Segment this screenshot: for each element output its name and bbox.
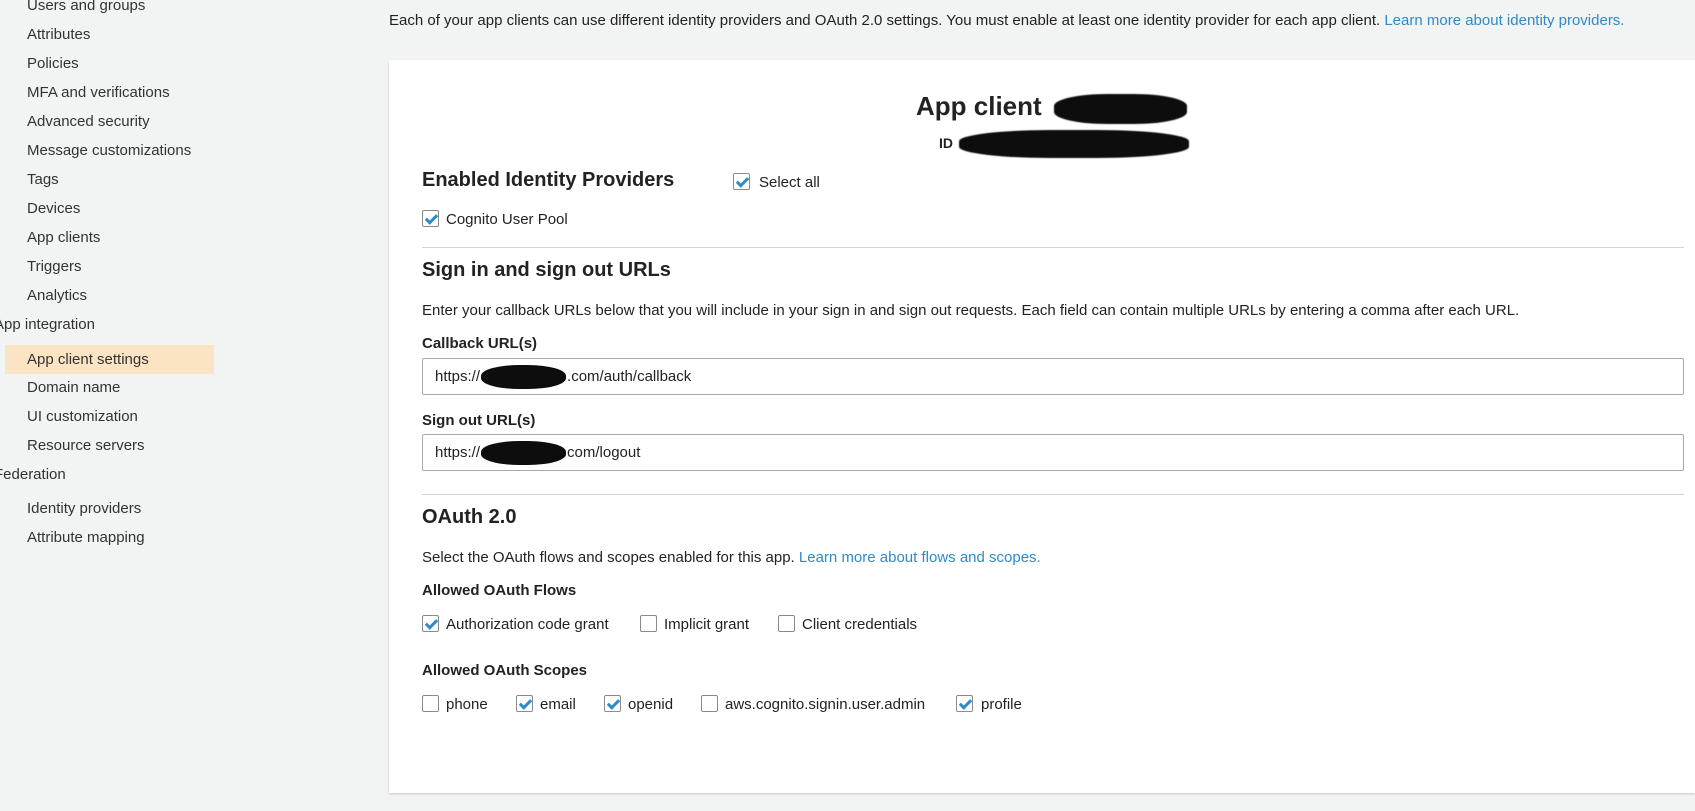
sign-out-urls-label: Sign out URL(s)	[422, 412, 536, 429]
sidebar-item-app-clients[interactable]: App clients	[27, 228, 100, 248]
scope-openid-checkbox[interactable]	[604, 695, 621, 712]
scope-phone-label: phone	[446, 696, 488, 713]
cognito-user-pool-checkbox[interactable]	[422, 210, 439, 227]
sidebar-item-users-and-groups[interactable]: Users and groups	[27, 0, 145, 16]
divider	[422, 494, 1684, 495]
oauth-heading: OAuth 2.0	[422, 506, 517, 528]
divider	[422, 247, 1684, 248]
sidebar-item-mfa[interactable]: MFA and verifications	[27, 83, 170, 103]
sidebar-section-app-integration: App integration	[0, 316, 95, 333]
callback-url-prefix: https://	[435, 368, 481, 385]
callback-url-suffix: .com/auth/callback	[567, 368, 692, 385]
sidebar-item-tags[interactable]: Tags	[27, 170, 59, 190]
signout-url-prefix: https://	[435, 444, 481, 461]
select-all-label: Select all	[759, 174, 820, 191]
scope-email-label: email	[540, 696, 576, 713]
signout-url-suffix: com/logout	[567, 444, 641, 461]
sidebar-item-advanced-security[interactable]: Advanced security	[27, 112, 150, 132]
client-credentials-label: Client credentials	[802, 616, 918, 633]
callback-urls-input[interactable]: https:// .com/auth/callback	[422, 358, 1684, 395]
scope-openid-label: openid	[628, 696, 674, 713]
scope-profile-checkbox[interactable]	[956, 695, 973, 712]
sidebar-item-message-customizations[interactable]: Message customizations	[27, 141, 191, 161]
sidebar-item-ui-customization[interactable]: UI customization	[27, 407, 138, 427]
learn-more-identity-providers-link[interactable]: Learn more about identity providers.	[1384, 12, 1624, 29]
scope-email-checkbox[interactable]	[516, 695, 533, 712]
scope-aws-cognito-admin-checkbox[interactable]	[701, 695, 718, 712]
scope-aws-cognito-admin-label: aws.cognito.signin.user.admin	[725, 696, 926, 713]
intro-text: Each of your app clients can use differe…	[389, 12, 1624, 29]
cognito-user-pool-label: Cognito User Pool	[446, 211, 568, 228]
learn-more-flows-scopes-link[interactable]: Learn more about flows and scopes.	[799, 549, 1041, 566]
sidebar-item-app-client-settings[interactable]: App client settings	[27, 350, 149, 370]
client-credentials-checkbox[interactable]	[778, 615, 795, 632]
sidebar-item-analytics[interactable]: Analytics	[27, 286, 87, 306]
authorization-code-grant-label: Authorization code grant	[446, 616, 609, 633]
sign-out-urls-input[interactable]: https:// com/logout	[422, 434, 1684, 471]
redacted-client-id	[959, 130, 1189, 158]
sidebar-item-domain-name[interactable]: Domain name	[27, 378, 120, 398]
app-client-id-label: ID	[939, 135, 953, 151]
allowed-oauth-scopes-label: Allowed OAuth Scopes	[422, 662, 588, 679]
sidebar: Users and groups Attributes Policies MFA…	[0, 0, 220, 811]
sidebar-item-attribute-mapping[interactable]: Attribute mapping	[27, 528, 145, 548]
callback-urls-label: Callback URL(s)	[422, 335, 538, 352]
app-client-title: App client	[916, 91, 1042, 121]
sign-in-sign-out-urls-heading: Sign in and sign out URLs	[422, 259, 671, 281]
allowed-oauth-flows-label: Allowed OAuth Flows	[422, 582, 577, 599]
authorization-code-grant-checkbox[interactable]	[422, 615, 439, 632]
sidebar-item-attributes[interactable]: Attributes	[27, 25, 90, 45]
sidebar-item-devices[interactable]: Devices	[27, 199, 80, 219]
implicit-grant-checkbox[interactable]	[640, 615, 657, 632]
select-all-checkbox[interactable]	[733, 173, 750, 190]
redacted-callback-domain	[481, 365, 567, 390]
redacted-client-name	[1054, 94, 1187, 124]
urls-description: Enter your callback URLs below that you …	[422, 302, 1520, 319]
implicit-grant-label: Implicit grant	[664, 616, 750, 633]
scope-profile-label: profile	[981, 696, 1022, 713]
enabled-identity-providers-heading: Enabled Identity Providers	[422, 169, 675, 191]
redacted-signout-domain	[481, 441, 567, 466]
sidebar-item-resource-servers[interactable]: Resource servers	[27, 436, 145, 456]
oauth-description: Select the OAuth flows and scopes enable…	[422, 549, 795, 566]
intro-description: Each of your app clients can use differe…	[389, 12, 1381, 29]
sidebar-item-policies[interactable]: Policies	[27, 54, 79, 74]
oauth-description-line: Select the OAuth flows and scopes enable…	[422, 549, 1041, 566]
sidebar-item-identity-providers[interactable]: Identity providers	[27, 499, 141, 519]
scope-phone-checkbox[interactable]	[422, 695, 439, 712]
sidebar-section-federation: Federation	[0, 466, 66, 483]
sidebar-item-triggers[interactable]: Triggers	[27, 257, 81, 277]
app-client-settings-panel: App client ID Enabled Identity Providers…	[389, 60, 1695, 793]
